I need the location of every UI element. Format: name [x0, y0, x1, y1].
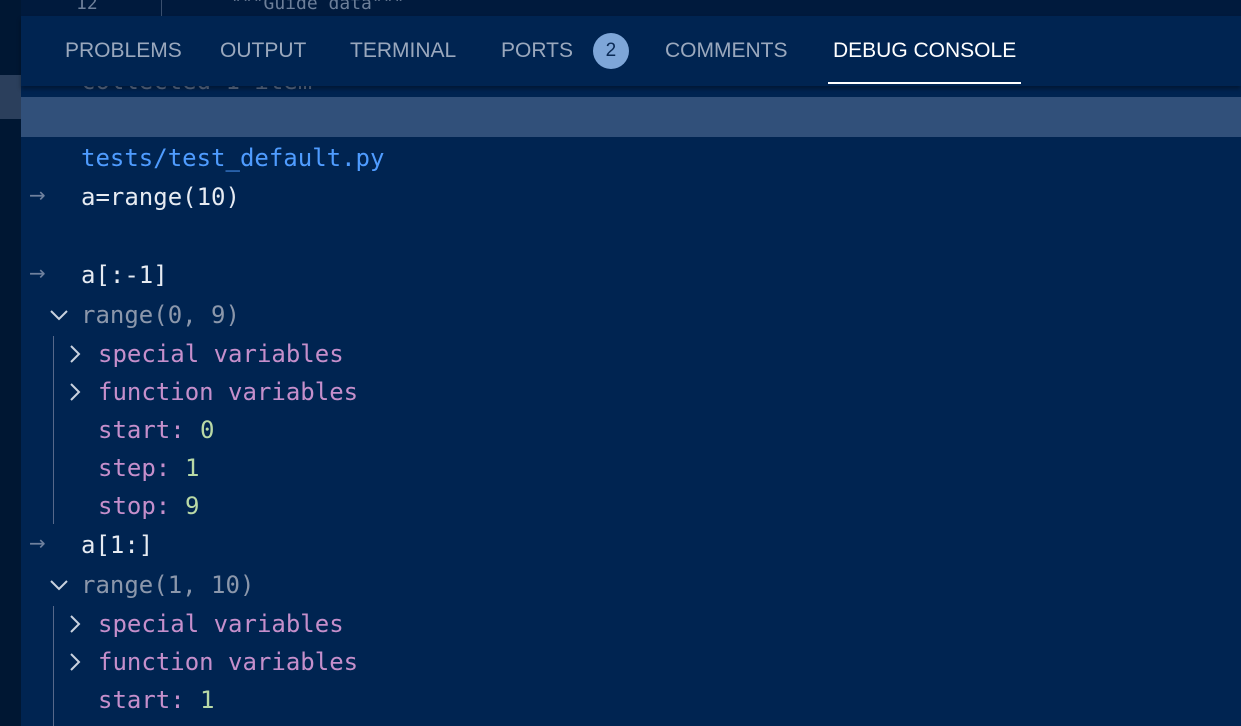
result-row-range[interactable]: range(0, 9)	[21, 296, 1241, 334]
property-row-step[interactable]: step: 1	[21, 449, 1241, 487]
chevron-right-icon[interactable]	[65, 643, 85, 681]
editor-gutter-line	[161, 0, 162, 16]
activity-bar-strip	[0, 0, 21, 726]
property-key: start:	[98, 686, 185, 714]
bottom-panel: PROBLEMS OUTPUT TERMINAL PORTS 2 COMMENT…	[21, 16, 1241, 726]
chevron-right-icon[interactable]	[65, 335, 85, 373]
scrolled-output-text: collected 1 item	[81, 86, 312, 95]
chevron-right-icon[interactable]	[65, 373, 85, 411]
input-expression: a[:-1]	[81, 261, 168, 289]
input-arrow-icon: →	[29, 261, 46, 285]
file-path-link[interactable]: tests/test_default.py	[81, 139, 384, 177]
tab-terminal-label: TERMINAL	[350, 39, 457, 62]
console-row-input[interactable]: → a[:-1]	[21, 256, 1241, 294]
console-row-input[interactable]: → a=range(10)	[21, 178, 1241, 216]
property-key: step:	[98, 454, 171, 482]
debug-console-output[interactable]: collected 1 item tests/test_default.py →…	[21, 86, 1241, 726]
property-row-stop[interactable]: stop: 9	[21, 487, 1241, 525]
tab-debug-console-label: DEBUG CONSOLE	[833, 39, 1017, 62]
selected-row-highlight	[21, 97, 1241, 137]
editor-line-number: 12	[76, 0, 98, 14]
tab-problems-label: PROBLEMS	[65, 39, 182, 62]
ports-count-badge: 2	[592, 33, 629, 69]
result-row-range[interactable]: range(1, 10)	[21, 566, 1241, 604]
activity-bar-active-marker	[0, 75, 21, 119]
input-arrow-icon: →	[29, 531, 46, 555]
input-expression: a=range(10)	[81, 183, 240, 211]
chevron-down-icon[interactable]	[49, 566, 69, 604]
tab-output-label: OUTPUT	[220, 39, 307, 62]
input-expression: a[1:]	[81, 531, 154, 559]
panel-tab-bar: PROBLEMS OUTPUT TERMINAL PORTS 2 COMMENT…	[21, 16, 1241, 86]
tree-node-special-variables[interactable]: special variables	[21, 605, 1241, 643]
editor-line-text: """Guide data"""	[231, 0, 405, 14]
tree-node-special-variables[interactable]: special variables	[21, 335, 1241, 373]
property-row-start[interactable]: start: 1	[21, 681, 1241, 719]
tab-debug-console[interactable]: DEBUG CONSOLE	[828, 16, 1022, 86]
tab-problems[interactable]: PROBLEMS	[65, 16, 182, 86]
tree-node-label: special variables	[98, 610, 344, 638]
chevron-down-icon[interactable]	[49, 296, 69, 334]
console-row-input[interactable]: → a[1:]	[21, 526, 1241, 564]
tree-node-label: function variables	[98, 378, 359, 406]
tab-terminal[interactable]: TERMINAL	[350, 16, 456, 86]
property-key: stop:	[98, 492, 171, 520]
property-value: 9	[185, 492, 200, 520]
tree-node-function-variables[interactable]: function variables	[21, 373, 1241, 411]
tree-node-label: function variables	[98, 648, 359, 676]
property-value: 1	[185, 454, 200, 482]
tab-comments[interactable]: COMMENTS	[665, 16, 788, 86]
property-key: start:	[98, 416, 185, 444]
input-arrow-icon: →	[29, 183, 46, 207]
property-value: 0	[200, 416, 215, 444]
console-row-file-path[interactable]: tests/test_default.py	[21, 139, 1241, 177]
tab-output[interactable]: OUTPUT	[220, 16, 306, 86]
chevron-right-icon[interactable]	[65, 605, 85, 643]
property-row-start[interactable]: start: 0	[21, 411, 1241, 449]
tree-node-function-variables[interactable]: function variables	[21, 643, 1241, 681]
tab-comments-label: COMMENTS	[665, 39, 788, 62]
editor-peek: 12 """Guide data"""	[21, 0, 1241, 16]
active-tab-underline	[828, 82, 1022, 84]
tab-ports-label: PORTS	[501, 39, 573, 62]
result-repr: range(0, 9)	[81, 301, 240, 329]
tree-node-label: special variables	[98, 340, 344, 368]
tab-ports[interactable]: PORTS 2	[501, 16, 629, 86]
result-repr: range(1, 10)	[81, 571, 255, 599]
property-value: 1	[200, 686, 215, 714]
